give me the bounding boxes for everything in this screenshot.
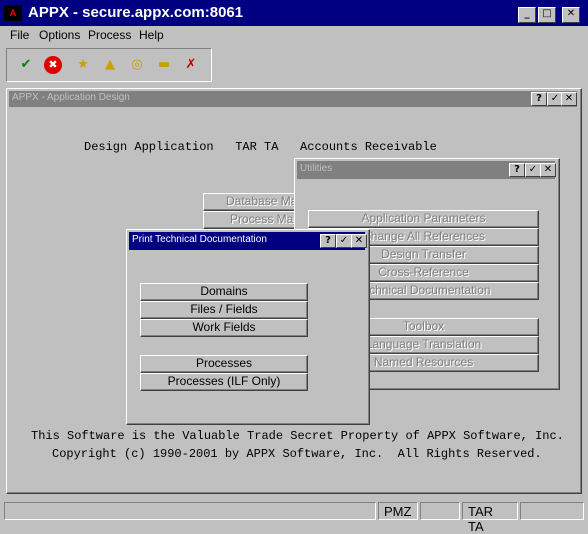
processes-ilf-only-button[interactable]: Processes (ILF Only) [140, 373, 308, 391]
close-button[interactable]: ✕ [540, 163, 556, 177]
design-window-titlebar: APPX - Application Design ? ✓ ✕ [9, 91, 577, 107]
app-titlebar: A APPX - secure.appx.com:8061 _ □ ✕ [0, 0, 588, 26]
domains-button[interactable]: Domains [140, 283, 308, 301]
stop-icon[interactable]: ✖ [44, 56, 62, 74]
status-panel-app: TAR TA [462, 502, 518, 534]
app-logo-icon: A [4, 5, 22, 21]
check-icon[interactable]: ✔ [17, 56, 35, 74]
status-panel-pmz: PMZ [378, 502, 418, 520]
work-fields-button[interactable]: Work Fields [140, 319, 308, 337]
processes-button[interactable]: Processes [140, 355, 308, 373]
folder-x-icon[interactable]: ✗ [182, 56, 200, 74]
menu-process[interactable]: Process [88, 28, 131, 42]
folder-search-icon[interactable]: ◎ [128, 56, 146, 74]
menu-file[interactable]: File [10, 28, 29, 42]
ok-button[interactable]: ✓ [336, 234, 352, 248]
folder-star-icon[interactable]: ★ [74, 56, 92, 74]
folder-up-icon[interactable]: ▲ [101, 56, 119, 74]
files-fields-button[interactable]: Files / Fields [140, 301, 308, 319]
maximize-button[interactable]: □ [538, 7, 556, 23]
utilities-titlebar: Utilities ? ✓ ✕ [297, 161, 556, 179]
application-parameters-button[interactable]: Application Parameters [308, 210, 539, 228]
help-button[interactable]: ? [531, 92, 547, 106]
status-panel-3 [420, 502, 460, 520]
app-title: APPX - secure.appx.com:8061 [28, 4, 244, 21]
footer-line1: This Software is the Valuable Trade Secr… [31, 429, 564, 443]
close-button[interactable]: ✕ [351, 234, 367, 248]
utilities-title: Utilities [300, 163, 333, 174]
print-dialog-title: Print Technical Documentation [132, 234, 267, 245]
design-window-title: APPX - Application Design [12, 92, 130, 103]
folder-close-icon[interactable]: ▬ [155, 56, 173, 74]
print-dialog-titlebar: Print Technical Documentation ? ✓ ✕ [129, 232, 367, 250]
ok-button[interactable]: ✓ [525, 163, 541, 177]
close-button[interactable]: ✕ [562, 7, 580, 23]
design-header: Design Application TAR TA Accounts Recei… [84, 140, 437, 154]
help-button[interactable]: ? [509, 163, 525, 177]
menu-help[interactable]: Help [139, 28, 164, 42]
menu-options[interactable]: Options [39, 28, 80, 42]
status-panel-5 [520, 502, 584, 520]
help-button[interactable]: ? [320, 234, 336, 248]
minimize-button[interactable]: _ [518, 7, 536, 23]
status-panel-1 [4, 502, 376, 520]
close-button[interactable]: ✕ [561, 92, 577, 106]
footer-line2: Copyright (c) 1990-2001 by APPX Software… [52, 447, 542, 461]
